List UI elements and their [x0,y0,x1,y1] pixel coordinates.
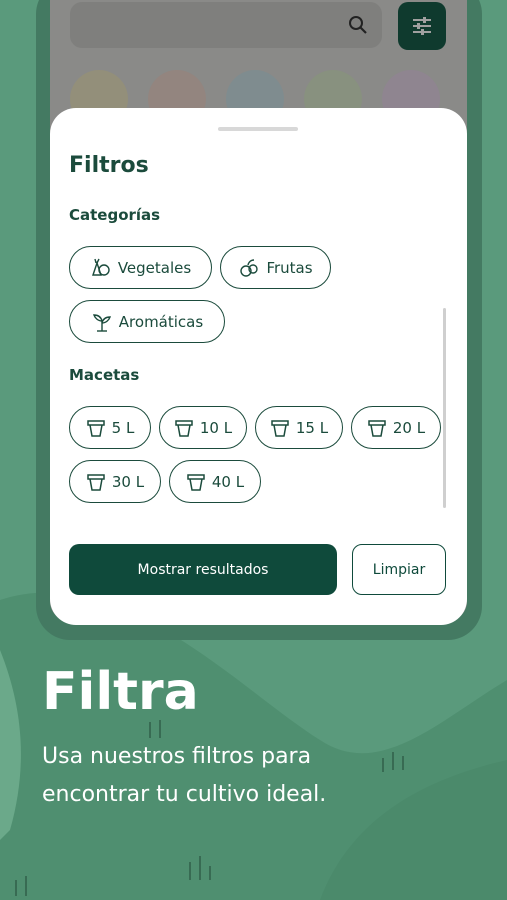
chip-label: Vegetales [117,258,192,277]
chip-pot-10l[interactable]: 10 L [159,406,247,449]
chip-vegetales[interactable]: Vegetales [69,246,212,289]
chip-pot-30l[interactable]: 30 L [69,460,161,503]
pot-icon [271,419,289,437]
chip-label: 20 L [392,418,426,437]
pot-icon [86,419,105,437]
chip-label: 5 L [111,418,135,437]
chip-label: 30 L [111,472,145,491]
chip-label: 10 L [199,418,233,437]
scrollbar[interactable] [443,308,446,508]
sheet-handle[interactable] [218,127,298,131]
sliders-icon [413,17,431,35]
promo-headline: Filtra [42,662,199,722]
pot-icon [87,473,105,491]
chip-pot-20l[interactable]: 20 L [351,406,441,449]
sheet-title: Filtros [69,153,149,178]
pots-heading: Macetas [69,366,140,384]
vegetables-icon [91,258,110,276]
chip-aromaticas[interactable]: Aromáticas [69,300,225,343]
chip-label: Aromáticas [118,312,204,331]
pot-icon [187,473,205,491]
pot-icon [368,419,386,437]
sprout-icon [92,313,111,332]
show-results-button[interactable]: Mostrar resultados [69,544,337,595]
chip-pot-5l[interactable]: 5 L [69,406,151,449]
filter-button[interactable] [398,2,446,50]
fruits-icon [240,258,259,277]
filter-sheet: Filtros Categorías Vegetales Frutas Arom… [50,108,467,625]
pot-icon [175,419,193,437]
clear-button[interactable]: Limpiar [352,544,446,595]
search-bar[interactable] [70,2,382,48]
chip-pot-40l[interactable]: 40 L [169,460,261,503]
search-icon[interactable] [348,15,368,35]
chip-pot-15l[interactable]: 15 L [255,406,343,449]
chip-frutas[interactable]: Frutas [220,246,331,289]
chip-label: 40 L [211,472,245,491]
chip-label: Frutas [266,258,313,277]
categories-heading: Categorías [69,206,161,224]
chip-label: 15 L [295,418,329,437]
promo-subtitle: Usa nuestros filtros para encontrar tu c… [42,744,327,807]
